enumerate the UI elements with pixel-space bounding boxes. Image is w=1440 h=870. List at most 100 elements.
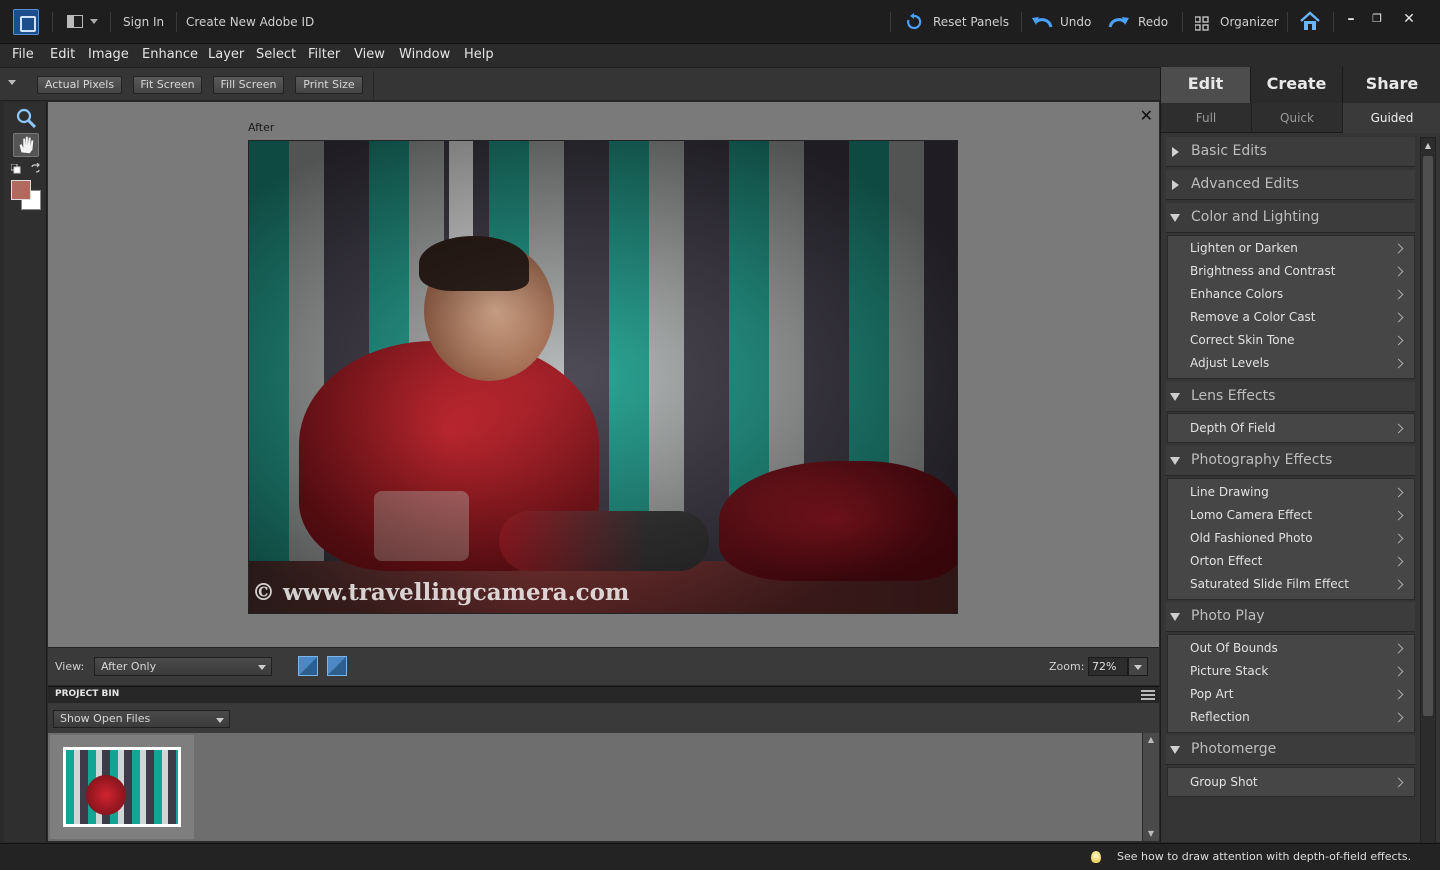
project-bin-area — [48, 733, 1142, 841]
guided-item-remove-color-cast[interactable]: Remove a Color Cast — [1168, 306, 1414, 329]
view-mode-select[interactable]: After Only — [94, 657, 272, 676]
guided-item-enhance-colors[interactable]: Enhance Colors — [1168, 283, 1414, 306]
scroll-up-icon[interactable]: ▲ — [1423, 140, 1433, 152]
item-label: Group Shot — [1190, 775, 1258, 789]
minimize-button[interactable]: – — [1340, 8, 1362, 30]
bin-thumbnail-image[interactable] — [63, 747, 181, 827]
organizer-button[interactable]: Organizer — [1220, 0, 1279, 44]
guided-item-correct-skin-tone[interactable]: Correct Skin Tone — [1168, 329, 1414, 352]
project-bin-scrollbar[interactable]: ▲ ▼ — [1142, 733, 1159, 841]
collapse-arrow-icon — [1170, 457, 1180, 465]
section-title: Photo Play — [1191, 608, 1265, 624]
fill-screen-button[interactable]: Fill Screen — [213, 76, 284, 94]
guided-item-depth-of-field[interactable]: Depth Of Field — [1168, 417, 1414, 440]
undo-icon[interactable] — [1031, 13, 1053, 31]
section-basic-edits[interactable]: Basic Edits — [1166, 137, 1415, 167]
zoom-dropdown-button[interactable] — [1128, 657, 1148, 676]
organizer-icon[interactable] — [1195, 15, 1209, 33]
menu-file[interactable]: File — [12, 44, 34, 66]
separator — [1021, 12, 1022, 32]
guided-item-adjust-levels[interactable]: Adjust Levels — [1168, 352, 1414, 375]
chevron-down-icon[interactable] — [90, 19, 98, 24]
menu-view[interactable]: View — [354, 44, 385, 66]
menu-enhance[interactable]: Enhance — [142, 44, 198, 66]
section-photography-effects[interactable]: Photography Effects — [1166, 446, 1415, 476]
menu-edit[interactable]: Edit — [50, 44, 75, 66]
view-bar: View: After Only Zoom: 72% — [48, 647, 1159, 685]
section-color-and-lighting[interactable]: Color and Lighting — [1166, 203, 1415, 233]
section-lens-effects[interactable]: Lens Effects — [1166, 382, 1415, 412]
create-adobe-id-link[interactable]: Create New Adobe ID — [186, 0, 314, 44]
guided-item-picture-stack[interactable]: Picture Stack — [1168, 660, 1414, 683]
default-colors-icon[interactable] — [11, 164, 21, 174]
actual-pixels-button[interactable]: Actual Pixels — [37, 76, 122, 94]
subtab-full[interactable]: Full — [1161, 103, 1252, 133]
redo-button[interactable]: Redo — [1138, 0, 1168, 44]
guided-item-lighten-or-darken[interactable]: Lighten or Darken — [1168, 237, 1414, 260]
section-advanced-edits[interactable]: Advanced Edits — [1166, 170, 1415, 200]
scroll-down-icon[interactable]: ▼ — [1146, 829, 1156, 839]
guided-item-reflection[interactable]: Reflection — [1168, 706, 1414, 729]
layout-icon[interactable] — [67, 15, 83, 28]
menu-layer[interactable]: Layer — [208, 44, 244, 66]
subtab-quick[interactable]: Quick — [1252, 103, 1343, 133]
zoom-input[interactable]: 72% — [1088, 657, 1128, 676]
separator — [52, 12, 53, 32]
view-label: View: — [55, 660, 85, 673]
reset-panels-icon[interactable] — [905, 13, 923, 31]
right-panel-scrollbar[interactable]: ▲ ▼ — [1420, 137, 1436, 859]
scroll-up-icon[interactable]: ▲ — [1146, 735, 1156, 745]
sign-in-link[interactable]: Sign In — [123, 0, 164, 44]
tab-edit[interactable]: Edit — [1161, 67, 1251, 103]
separator — [110, 12, 111, 32]
menu-window[interactable]: Window — [399, 44, 450, 66]
photography-effects-items: Line Drawing Lomo Camera Effect Old Fash… — [1167, 478, 1415, 600]
swap-before-after-icon[interactable] — [298, 656, 318, 676]
guided-item-brightness-contrast[interactable]: Brightness and Contrast — [1168, 260, 1414, 283]
item-label: Remove a Color Cast — [1190, 310, 1316, 324]
guided-item-pop-art[interactable]: Pop Art — [1168, 683, 1414, 706]
view-mode-value: After Only — [101, 660, 157, 673]
reset-panels-button[interactable]: Reset Panels — [933, 0, 1009, 44]
expand-arrow-icon — [1172, 180, 1179, 190]
foreground-color-swatch[interactable] — [11, 180, 31, 200]
menu-help[interactable]: Help — [464, 44, 494, 66]
section-photo-play[interactable]: Photo Play — [1166, 602, 1415, 632]
home-icon[interactable] — [1299, 11, 1321, 31]
tab-create[interactable]: Create — [1251, 67, 1343, 103]
fit-screen-button[interactable]: Fit Screen — [133, 76, 202, 94]
section-photomerge[interactable]: Photomerge — [1166, 735, 1415, 765]
close-window-button[interactable]: ✕ — [1398, 8, 1420, 30]
undo-button[interactable]: Undo — [1060, 0, 1091, 44]
bin-thumbnail-cell[interactable] — [50, 735, 194, 839]
chevron-right-icon — [1393, 556, 1404, 567]
panel-menu-icon[interactable] — [1141, 690, 1155, 700]
photo-play-items: Out Of Bounds Picture Stack Pop Art Refl… — [1167, 634, 1415, 733]
redo-icon[interactable] — [1108, 13, 1130, 31]
tab-share[interactable]: Share — [1343, 67, 1440, 103]
photo-image[interactable]: © www.travellingcamera.com — [248, 140, 958, 614]
collapse-arrow-icon — [1170, 214, 1180, 222]
status-tip-text[interactable]: See how to draw attention with depth-of-… — [1117, 850, 1411, 863]
guided-item-group-shot[interactable]: Group Shot — [1168, 771, 1414, 794]
guided-item-saturated-slide-film[interactable]: Saturated Slide Film Effect — [1168, 573, 1414, 596]
guided-item-out-of-bounds[interactable]: Out Of Bounds — [1168, 637, 1414, 660]
subtab-guided[interactable]: Guided — [1343, 103, 1440, 133]
zoom-tool-icon[interactable] — [13, 106, 39, 130]
guided-item-old-fashioned-photo[interactable]: Old Fashioned Photo — [1168, 527, 1414, 550]
chevron-down-icon[interactable] — [8, 80, 16, 85]
bin-filter-select[interactable]: Show Open Files — [53, 710, 230, 728]
menu-select[interactable]: Select — [256, 44, 296, 66]
guided-item-orton-effect[interactable]: Orton Effect — [1168, 550, 1414, 573]
guided-item-lomo-camera[interactable]: Lomo Camera Effect — [1168, 504, 1414, 527]
restore-button[interactable]: ❐ — [1366, 8, 1388, 30]
hand-tool-icon[interactable] — [13, 133, 39, 157]
guided-item-line-drawing[interactable]: Line Drawing — [1168, 481, 1414, 504]
menu-filter[interactable]: Filter — [308, 44, 340, 66]
print-size-button[interactable]: Print Size — [295, 76, 363, 94]
close-document-icon[interactable]: ✕ — [1140, 108, 1153, 124]
menu-image[interactable]: Image — [88, 44, 129, 66]
swap-colors-icon[interactable] — [30, 163, 41, 174]
scroll-thumb[interactable] — [1423, 156, 1433, 716]
sync-view-icon[interactable] — [327, 656, 347, 676]
